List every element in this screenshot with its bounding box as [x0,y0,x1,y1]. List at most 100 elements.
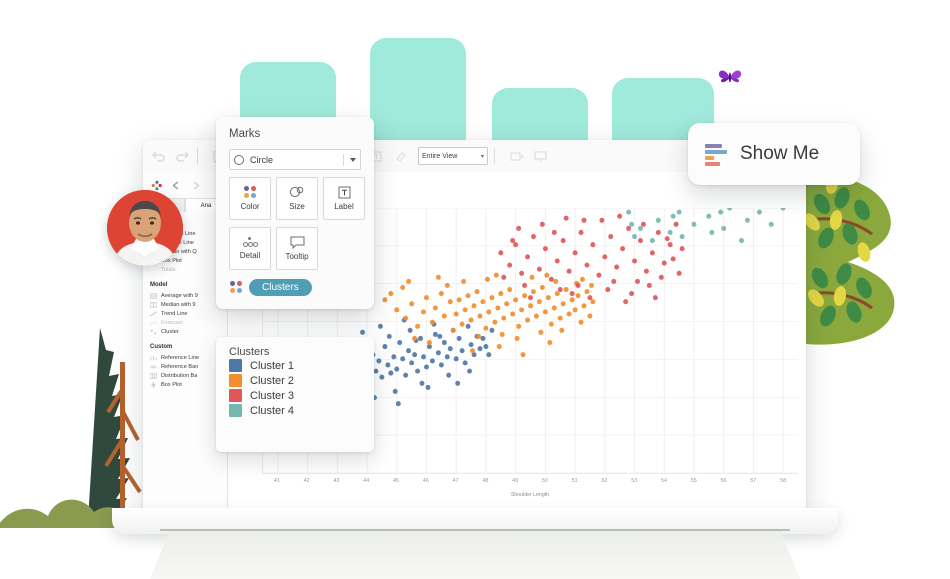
legend-swatch [229,404,242,417]
sidebar-item-median-ci[interactable]: Median with 9 [143,300,227,309]
x-tick-label: 52 [601,478,608,484]
color-dots-icon [243,186,257,199]
show-me-button[interactable]: Show Me [688,123,860,185]
laptop-hinge [160,529,790,531]
detail-button[interactable]: Detail [229,227,271,270]
x-tick-label: 41 [273,478,280,484]
toolbar-separator-3 [494,148,495,164]
sidebar-item-trend-line[interactable]: Trend Line [143,309,227,318]
undo-icon[interactable] [150,149,167,164]
show-me-label: Show Me [740,143,820,164]
x-tick-label: 48 [482,478,489,484]
tooltip-button[interactable]: Tooltip [276,227,318,270]
clusters-encoding-row: Clusters [229,279,374,296]
legend-item[interactable]: Cluster 2 [216,373,374,388]
laptop-stand [150,531,800,579]
reference-band-icon [150,365,157,368]
x-tick-label: 56 [720,478,727,484]
butterfly-icon [718,70,742,83]
sidebar-item-forecast: Forecast [143,318,227,327]
box-plot-icon [150,381,157,388]
trend-line-icon [150,311,157,316]
marks-button-row-2: Detail Tooltip [229,227,374,270]
legend-label: Cluster 3 [250,389,295,402]
x-tick-label: 51 [571,478,578,484]
legend-item[interactable]: Cluster 1 [216,358,374,373]
sidebar-item-label: Forecast [161,319,183,326]
sidebar-item-distribution-band[interactable]: Distribution Ba [143,371,227,380]
back-arrow-icon[interactable] [170,180,182,191]
sidebar-item-label: Trend Line [161,310,188,317]
detail-button-label: Detail [239,251,261,260]
tooltip-bubble-icon [290,236,304,249]
sidebar-item-label: Average with 9 [161,292,198,299]
sidebar-item-reference-line[interactable]: Reference Line [143,353,227,362]
x-axis: 41 42 43 44 45 46 47 48 49 50 51 52 53 54 55 56 57 58 Sho… [262,476,798,498]
presentation-icon[interactable] [532,149,549,164]
x-tick-label: 50 [541,478,548,484]
detail-dots-icon [243,237,259,248]
x-tick-label: 44 [363,478,370,484]
screenshot-root: Entire View ▾ Data Ana Summarize [0,0,950,579]
tableau-home-icon[interactable] [151,180,162,191]
label-button-label: Label [334,202,354,211]
select-divider [343,153,344,166]
size-button[interactable]: Size [276,177,318,220]
show-me-bars-icon [705,143,729,166]
x-tick-label: 42 [303,478,310,484]
size-button-label: Size [289,202,305,211]
pine-tree-decoration [0,328,142,528]
x-tick-label: 58 [780,478,787,484]
toolbar-separator-1 [197,148,198,164]
sidebar-item-label: Median with 9 [161,301,196,308]
zoom-select[interactable]: Entire View ▾ [418,147,488,165]
sidebar-item-label: Cluster [161,328,179,335]
legend-title: Clusters [229,346,270,358]
avatar [107,190,183,266]
color-button[interactable]: Color [229,177,271,220]
legend-label: Cluster 2 [250,374,295,387]
cluster-icon [150,329,157,334]
foliage-decoration [806,176,895,345]
forecast-icon [150,320,157,325]
x-tick-label: 57 [750,478,757,484]
distribution-band-icon [150,373,157,378]
sidebar-item-label: Distribution Ba [161,372,198,379]
legend-label: Cluster 1 [250,359,295,372]
median-ci-icon [150,302,157,307]
sidebar-item-custom-box-plot[interactable]: Box Plot [143,380,227,389]
highlight-icon[interactable] [392,149,409,164]
color-dots-icon [229,281,243,294]
sidebar-item-label: Reference Ban [161,363,199,370]
mark-type-select[interactable]: Circle [229,149,361,170]
x-axis-title: Shoulder Length [510,492,550,498]
label-t-icon [338,186,350,199]
sidebar-item-reference-band[interactable]: Reference Ban [143,362,227,371]
clusters-legend-card: Clusters Cluster 1 Cluster 2 Cluster 3 Clus… [216,337,374,452]
sidebar-item-average-ci[interactable]: Average with 9 [143,291,227,300]
marks-card-title: Marks [229,128,261,140]
fixed-axes-icon[interactable] [508,149,525,164]
chevron-down-icon [350,157,356,162]
chevron-down-icon: ▾ [480,153,484,160]
legend-item-list: Cluster 1 Cluster 2 Cluster 3 Cluster 4 [216,358,374,418]
legend-swatch [229,374,242,387]
mark-type-label: Circle [250,154,274,165]
clusters-encoding-pill[interactable]: Clusters [249,279,312,296]
sidebar-item-label: Reference Line [161,354,199,361]
circle-icon [234,154,244,165]
forward-arrow-icon[interactable] [190,180,202,191]
sidebar-item-label: Box Plot [161,381,182,388]
tooltip-button-label: Tooltip [285,252,309,261]
legend-item[interactable]: Cluster 4 [216,403,374,418]
x-tick-label: 46 [422,478,429,484]
sidebar-item-cluster[interactable]: Cluster [143,327,227,336]
marks-button-row-1: Color Size Label [229,177,374,220]
redo-icon[interactable] [174,149,191,164]
legend-item[interactable]: Cluster 3 [216,388,374,403]
sidebar-item-totals: Totals [161,266,176,273]
x-tick-label: 55 [690,478,697,484]
legend-label: Cluster 4 [250,404,295,417]
label-button[interactable]: Label [323,177,365,220]
legend-swatch [229,389,242,402]
